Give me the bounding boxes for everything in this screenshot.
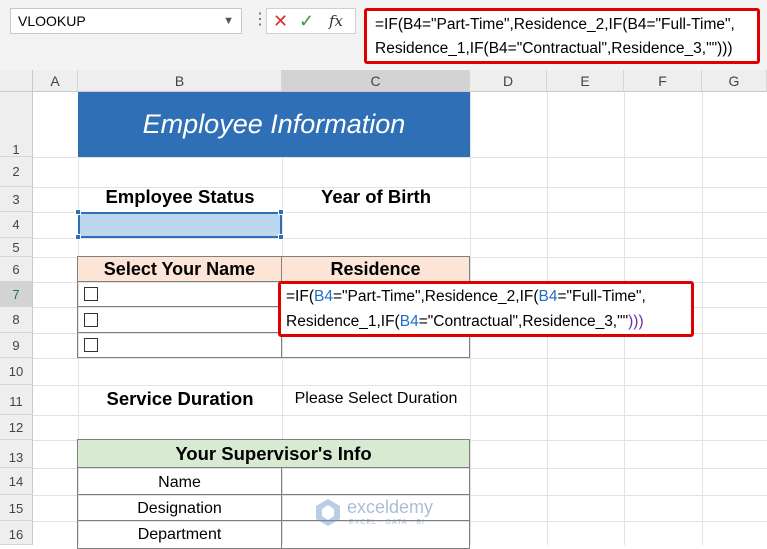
table-header-name: Select Your Name — [78, 257, 282, 282]
gridline — [702, 92, 703, 545]
exceldemy-logo-icon — [316, 499, 340, 526]
row-header-9[interactable]: 9 — [0, 333, 33, 358]
column-header-f[interactable]: F — [624, 70, 702, 92]
name-box[interactable]: VLOOKUP ▼ — [10, 8, 242, 34]
formula-ref: B4 — [314, 288, 333, 305]
title-banner: Employee Information — [78, 92, 470, 157]
column-header-g[interactable]: G — [702, 70, 767, 92]
row-header-12[interactable]: 12 — [0, 415, 33, 440]
cell-formula-callout: =IF(B4="Part-Time",Residence_2,IF(B4="Fu… — [278, 281, 694, 337]
insert-function-icon[interactable]: fx — [329, 10, 343, 32]
checkbox[interactable] — [84, 313, 98, 327]
column-header-a[interactable]: A — [33, 70, 78, 92]
row-header-6[interactable]: 6 — [0, 257, 33, 282]
name-cell[interactable] — [78, 333, 282, 358]
formula-part: ="Part-Time",Residence_2,IF( — [332, 288, 539, 305]
formula-close: ))) — [628, 313, 644, 330]
formula-line-2: Residence_1,IF(B4="Contractual",Residenc… — [375, 40, 733, 57]
chevron-down-icon[interactable]: ▼ — [223, 9, 234, 33]
name-box-value: VLOOKUP — [18, 13, 86, 29]
gridline — [33, 157, 767, 158]
row-header-7[interactable]: 7 — [0, 282, 33, 307]
selection-handle[interactable] — [75, 234, 81, 240]
name-cell[interactable] — [78, 307, 282, 333]
row-header-10[interactable]: 10 — [0, 358, 33, 385]
watermark-name: exceldemy — [347, 497, 434, 517]
row-header-13[interactable]: 13 — [0, 440, 33, 468]
service-duration-label: Service Duration — [106, 388, 254, 409]
supervisor-header: Your Supervisor's Info — [78, 440, 470, 468]
exceldemy-watermark: exceldemy EXCEL · DATA · BI — [313, 495, 473, 535]
row-header-5[interactable]: 5 — [0, 238, 33, 257]
formula-part: Residence_1,IF( — [286, 313, 400, 330]
row-header-1[interactable]: 1 — [0, 92, 33, 157]
supervisor-value-cell[interactable] — [282, 468, 470, 495]
formula-part: ="Full-Time", — [557, 288, 646, 305]
gridline — [33, 415, 767, 416]
gridline — [33, 358, 767, 359]
formula-part: ="Contractual",Residence_3,"" — [418, 313, 629, 330]
more-options-icon[interactable]: ⋮ — [252, 8, 268, 34]
row-header-4[interactable]: 4 — [0, 212, 33, 238]
watermark-tagline: EXCEL · DATA · BI — [349, 519, 425, 526]
supervisor-field-label: Name — [78, 468, 282, 495]
row-header-15[interactable]: 15 — [0, 495, 33, 521]
select-all-corner[interactable] — [0, 70, 33, 92]
row-header-16[interactable]: 16 — [0, 521, 33, 545]
row-header-2[interactable]: 2 — [0, 157, 33, 187]
column-header-c[interactable]: C — [282, 70, 470, 92]
name-cell[interactable] — [78, 282, 282, 307]
enter-check-icon[interactable]: ✓ — [299, 10, 314, 32]
selection-handle[interactable] — [75, 209, 81, 215]
row-header-14[interactable]: 14 — [0, 468, 33, 495]
row-header-3[interactable]: 3 — [0, 187, 33, 212]
employee-status-cell[interactable] — [78, 212, 282, 238]
checkbox[interactable] — [84, 338, 98, 352]
table-header-residence: Residence — [282, 257, 470, 282]
cancel-icon[interactable]: ✕ — [273, 10, 288, 32]
formula-line-1: =IF(B4="Part-Time",Residence_2,IF(B4="Fu… — [375, 16, 735, 33]
column-header-b[interactable]: B — [78, 70, 282, 92]
formula-ref: B4 — [538, 288, 558, 305]
column-header-d[interactable]: D — [470, 70, 547, 92]
formula-buttons: ✕ ✓ fx — [266, 8, 356, 34]
formula-input[interactable]: =IF(B4="Part-Time",Residence_2,IF(B4="Fu… — [364, 8, 760, 64]
gridline — [33, 385, 767, 386]
row-header-8[interactable]: 8 — [0, 307, 33, 333]
row-header-11[interactable]: 11 — [0, 385, 33, 415]
supervisor-field-label: Designation — [78, 495, 282, 521]
formula-ref: B4 — [399, 313, 419, 330]
formula-eq: =IF( — [286, 288, 314, 305]
checkbox[interactable] — [84, 287, 98, 301]
column-header-e[interactable]: E — [547, 70, 624, 92]
selection-handle[interactable] — [278, 234, 284, 240]
gridline — [33, 238, 767, 239]
employee-status-label: Employee Status — [105, 186, 255, 207]
service-duration-dropdown[interactable]: Please Select Duration — [282, 390, 470, 414]
selection-handle[interactable] — [278, 209, 284, 215]
year-of-birth-label: Year of Birth — [321, 186, 431, 207]
